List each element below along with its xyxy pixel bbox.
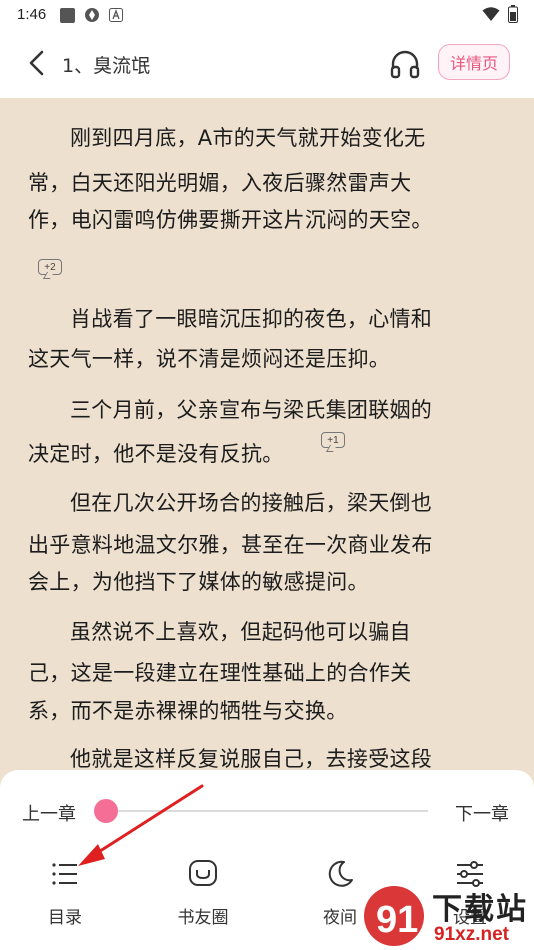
watermark-logo-icon: 91 xyxy=(364,886,424,946)
svg-text:91: 91 xyxy=(376,899,418,941)
watermark-text-top: 下载站 xyxy=(432,892,528,927)
site-watermark: 91 下载站 91xz.net xyxy=(362,880,534,950)
watermark-text-bottom: 91xz.net xyxy=(434,924,509,945)
annotation-arrow xyxy=(78,784,204,866)
